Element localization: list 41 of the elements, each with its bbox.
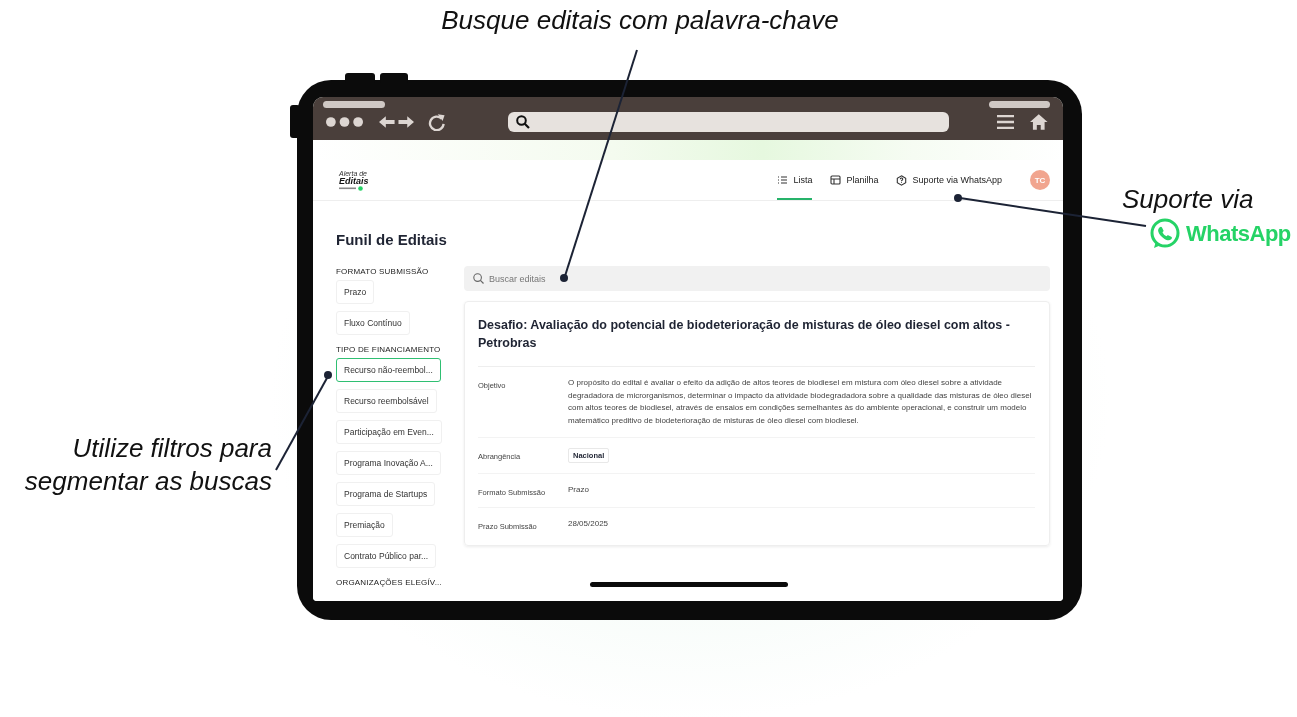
filter-heading: TIPO DE FINANCIAMENTO [336,345,441,354]
list-icon [777,174,789,186]
field-value: O propósito do edital é avaliar o efeito da adição de altos teores de biodiesel em mistura com óleo diesel sobre a atividade degradadora de microrganismos, determinar o impacto da atividade biodegradadora sobre a qualidade das misturas de óleo diesel com altos teores de biodiesel, através de ensaios em condições semelhantes às do ambiente operacional, e construir um modelo matemático preditivo de biodeterioração de misturas de óleo diesel com biodiesel. [568,377,1033,427]
address-bar[interactable] [507,112,949,132]
filter-chip[interactable]: Fluxo Contínuo [336,311,410,335]
home-icon [1030,114,1048,130]
nav-tab[interactable]: Lista [777,160,813,200]
filter-chip[interactable]: Programa de Startups [336,482,436,506]
search-field[interactable]: Buscar editais [464,266,1050,291]
annotation-text: Utilize filtros para segmentar as buscas [23,432,272,498]
field-value: 28/05/2025 [568,518,609,530]
field-value: Prazo [568,484,589,496]
arrows-icon [378,115,414,129]
nav-tab[interactable]: Suporte via WhatsApp [896,160,1002,200]
question-icon [896,174,908,186]
filter-chip[interactable]: Recurso não-reembol... [336,358,441,382]
page-title: Funil de Editais [336,231,447,248]
nav-tab[interactable]: Planilha [830,160,879,200]
tab-strip [989,101,1050,108]
annotation-text: Busque editais com palavra-chave [440,5,840,36]
annotation-text: Suporte via [1122,184,1254,215]
phone-bubble-icon [1148,217,1182,251]
reload-icon [428,113,446,131]
filter-chip[interactable]: Participação em Even... [336,420,442,444]
filter-chip[interactable]: Prazo [336,280,375,304]
brand-name: WhatsApp [1186,221,1291,247]
logo-mark-icon [339,185,363,191]
dots-icon [326,116,365,128]
logo-text: Editais [339,176,369,186]
filter-chip[interactable]: Premiação [336,513,393,537]
search-icon [473,273,484,284]
filter-heading: FORMATO SUBMISSÃO [336,267,429,276]
filter-chip[interactable]: Recurso reembolsável [336,389,437,413]
filter-heading: ORGANIZAÇÕES ELEGÍV... [336,578,442,587]
table-icon [830,174,842,186]
menu-icon [996,114,1015,130]
tab-strip [323,101,385,108]
card-title: Desafio: Avaliação do potencial de biodeterioração de misturas de óleo diesel com altos - Petrobras [478,316,1035,367]
filter-chip[interactable]: Programa Inovação A... [336,451,441,475]
filter-chip[interactable]: Contrato Público par... [336,544,437,568]
search-icon [515,115,530,129]
